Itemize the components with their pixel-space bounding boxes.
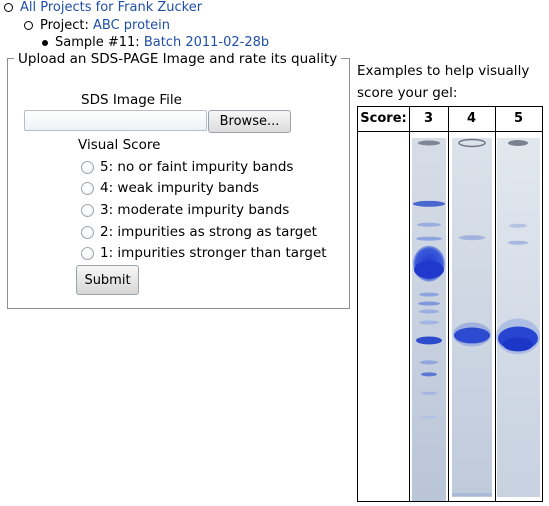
- radio-button[interactable]: [81, 182, 94, 195]
- score-option-label: 5: no or faint impurity bands: [100, 159, 294, 175]
- submit-button[interactable]: Submit: [76, 265, 139, 295]
- project-row: Project: ABC protein: [40, 18, 170, 34]
- score-option-label: 2: impurities as strong as target: [100, 224, 317, 240]
- browse-button[interactable]: Browse...: [208, 110, 291, 133]
- score-option-label: 4: weak impurity bands: [100, 180, 260, 196]
- sample-label: Sample #11:: [55, 35, 144, 50]
- tree-bullet-icon: [24, 21, 33, 30]
- tree-bullet-icon: [4, 3, 13, 12]
- score-option-label: 3: moderate impurity bands: [100, 202, 290, 218]
- radio-button[interactable]: [81, 161, 94, 174]
- score-column-5: 5: [513, 111, 524, 126]
- tree-bullet-icon: [42, 40, 48, 46]
- gel-examples-table: Score: 3 4 5: [357, 106, 543, 502]
- project-label: Project:: [40, 18, 93, 33]
- file-path-input[interactable]: [24, 110, 207, 131]
- project-link[interactable]: ABC protein: [93, 18, 170, 33]
- examples-intro: Examples to help visually score your gel…: [357, 63, 530, 101]
- upload-legend: Upload an SDS-PAGE Image and rate its qu…: [14, 51, 342, 67]
- gel-lane-image-4: [449, 132, 495, 501]
- radio-button[interactable]: [81, 247, 94, 260]
- gel-lane-image-5: [496, 132, 542, 501]
- radio-button[interactable]: [81, 204, 94, 217]
- file-label: SDS Image File: [81, 92, 182, 108]
- radio-button[interactable]: [81, 226, 94, 239]
- sample-link[interactable]: Batch 2011-02-28b: [144, 35, 269, 50]
- upload-fieldset: Upload an SDS-PAGE Image and rate its qu…: [7, 51, 350, 309]
- visual-score-label: Visual Score: [78, 137, 161, 153]
- score-column-4: 4: [466, 111, 477, 126]
- score-column-3: 3: [423, 111, 434, 126]
- gel-lane-image-3: [410, 132, 448, 501]
- score-header: Score:: [360, 111, 407, 126]
- all-projects-link[interactable]: All Projects for Frank Zucker: [20, 0, 202, 16]
- score-option-label: 1: impurities stronger than target: [100, 245, 327, 261]
- sample-row: Sample #11: Batch 2011-02-28b: [55, 35, 269, 51]
